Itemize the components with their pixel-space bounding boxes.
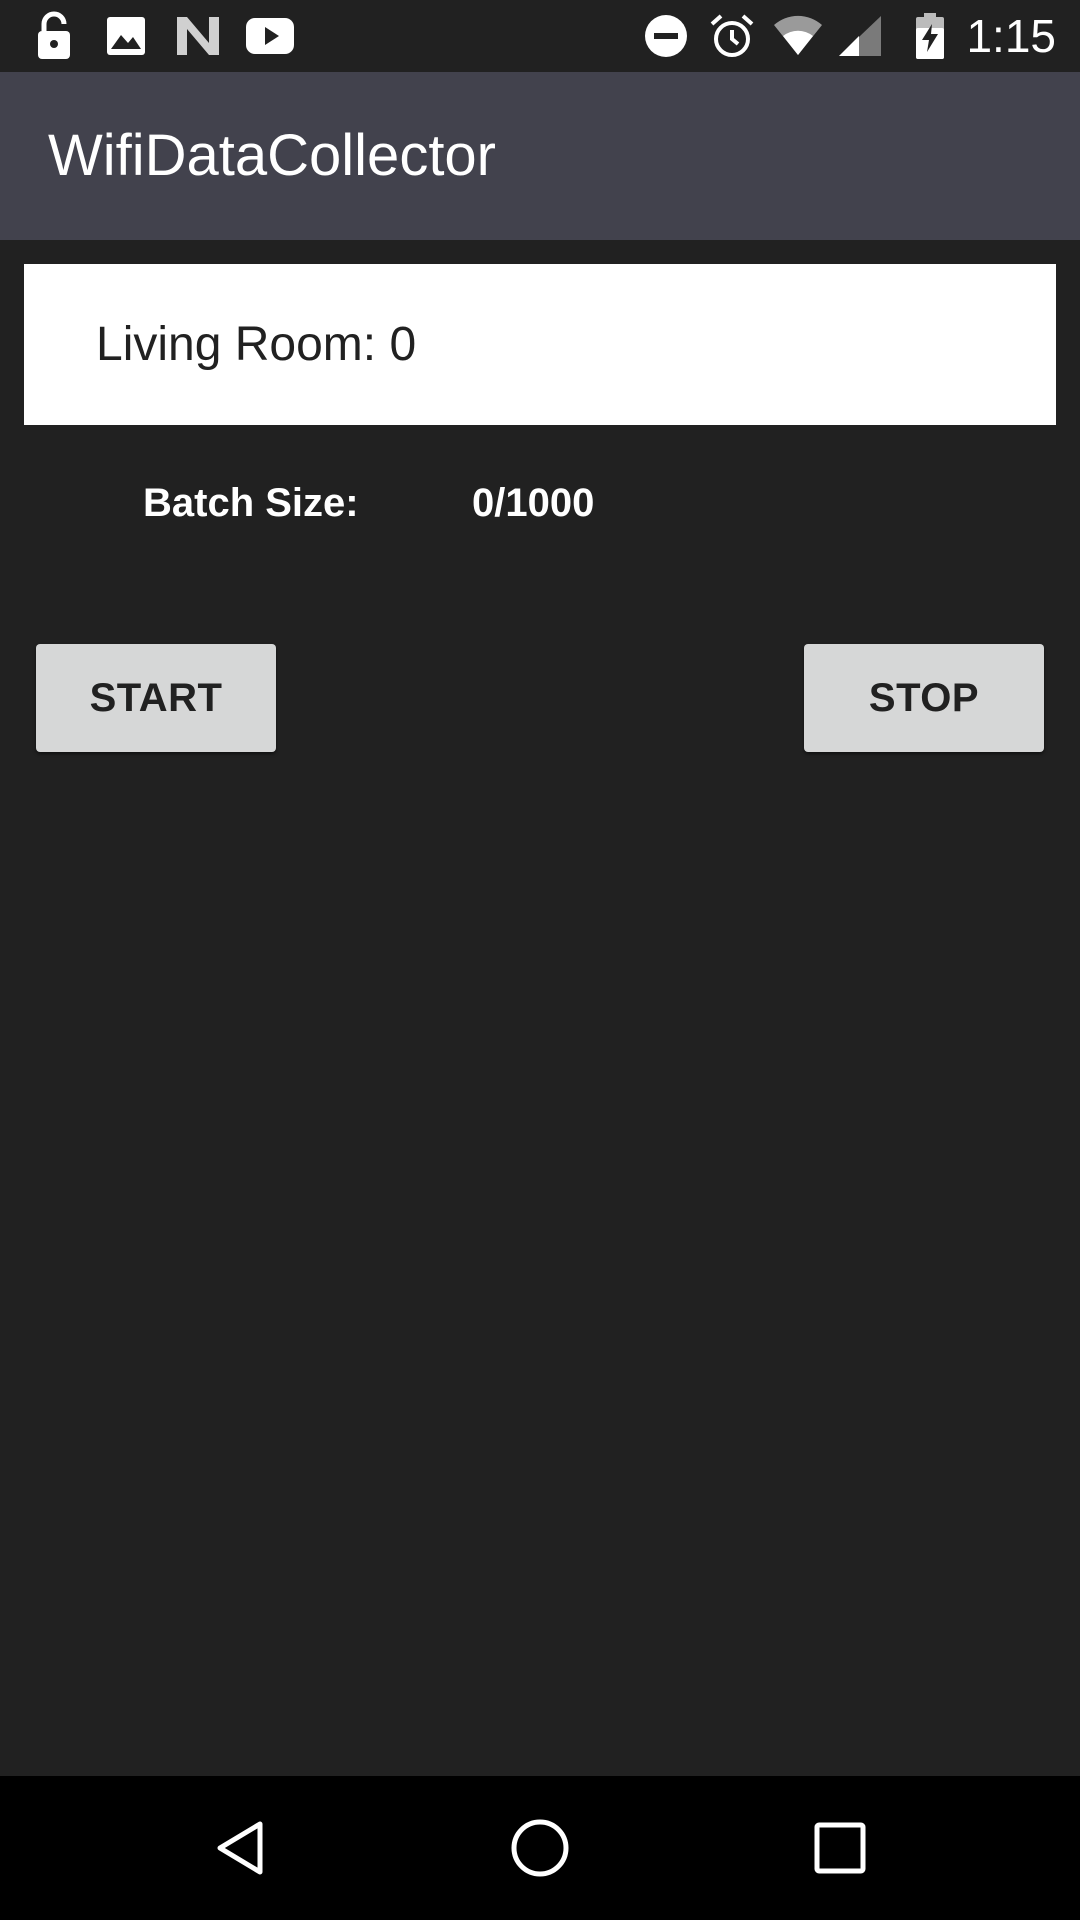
youtube-icon — [244, 10, 296, 62]
lock-open-icon — [28, 10, 80, 62]
room-spinner[interactable]: Living Room: 0 — [24, 264, 1056, 425]
cell-signal-icon — [834, 10, 886, 62]
start-button[interactable]: START — [36, 644, 276, 752]
n-logo-icon — [172, 10, 224, 62]
wifi-icon — [772, 10, 824, 62]
battery-charging-icon — [904, 10, 956, 62]
batch-size-value: 0/1000 — [472, 481, 595, 525]
batch-size-label: Batch Size: — [143, 481, 359, 525]
recents-icon[interactable] — [804, 1812, 876, 1884]
image-icon — [100, 10, 152, 62]
app-title: WifiDataCollector — [48, 123, 496, 188]
app-bar: WifiDataCollector — [0, 72, 1080, 240]
do-not-disturb-icon — [640, 10, 692, 62]
alarm-icon — [706, 10, 758, 62]
stop-button[interactable]: STOP — [804, 644, 1044, 752]
status-bar: 1:15 — [0, 0, 1080, 72]
navigation-bar — [0, 1776, 1080, 1920]
room-spinner-selected: Living Room: 0 — [96, 318, 417, 371]
clock: 1:15 — [966, 10, 1056, 62]
back-icon[interactable] — [204, 1812, 276, 1884]
home-icon[interactable] — [504, 1812, 576, 1884]
